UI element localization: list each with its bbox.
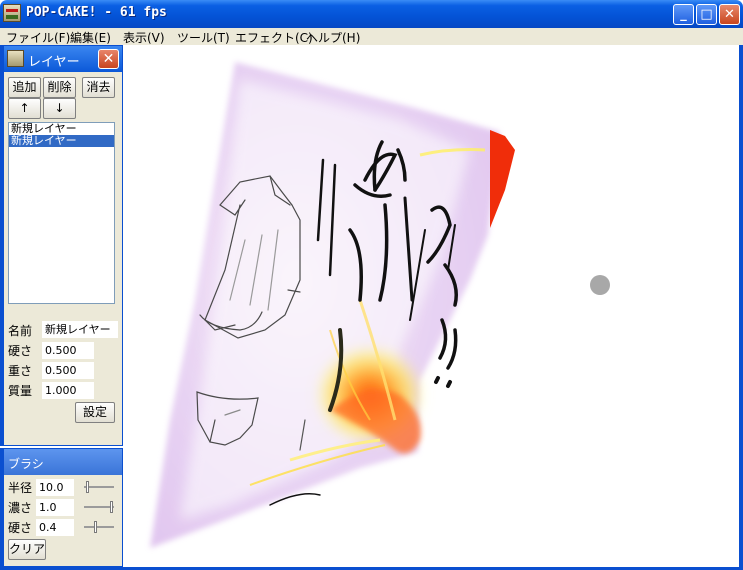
move-layer-down-button[interactable]: ↓ (43, 98, 76, 119)
menu-file[interactable]: ファイル(F) (6, 29, 70, 46)
layer-panel-title-bar[interactable]: レイヤー ✕ (4, 46, 122, 72)
move-layer-up-button[interactable]: ↑ (8, 98, 41, 119)
hardness-field[interactable]: 0.500 (42, 342, 94, 359)
brush-hardness-label: 硬さ (8, 521, 33, 535)
weight-label: 重さ (8, 364, 33, 378)
layer-list[interactable]: 新規レイヤー 新規レイヤー (8, 122, 115, 304)
brush-hardness-slider[interactable] (84, 520, 114, 534)
menu-view[interactable]: 表示(V) (123, 29, 165, 46)
mass-label: 質量 (8, 384, 33, 398)
minimize-button[interactable]: _ (673, 4, 694, 25)
brush-hardness-field[interactable]: 0.4 (36, 519, 74, 536)
apply-settings-button[interactable]: 設定 (75, 402, 115, 423)
panel-icon (7, 50, 24, 67)
close-button[interactable]: ✕ (719, 4, 740, 25)
title-bar: POP-CAKE! - 61 fps _ □ ✕ (0, 0, 743, 28)
canvas-artwork (150, 62, 610, 548)
window-frame-right (739, 45, 743, 570)
brush-panel-title: ブラシ (8, 457, 44, 471)
menu-effect[interactable]: エフェクト(C) (235, 29, 313, 46)
layer-name-label: 名前 (8, 324, 33, 338)
layer-panel: レイヤー ✕ 追加 削除 消去 ↑ ↓ 新規レイヤー 新規レイヤー 名前 新規レ… (0, 45, 123, 446)
maximize-button[interactable]: □ (696, 4, 717, 25)
brush-density-label: 濃さ (8, 501, 33, 515)
brush-radius-field[interactable]: 10.0 (36, 479, 74, 496)
drawing-canvas[interactable] (124, 45, 739, 567)
clear-brush-button[interactable]: クリア (8, 539, 46, 560)
menu-tools[interactable]: ツール(T) (177, 29, 230, 46)
menu-bar: ファイル(F) 編集(E) 表示(V) ツール(T) エフェクト(C) ヘルプ(… (0, 28, 743, 45)
hardness-label: 硬さ (8, 344, 33, 358)
layer-list-item-selected[interactable]: 新規レイヤー (9, 135, 114, 147)
menu-edit[interactable]: 編集(E) (70, 29, 111, 46)
brush-panel-title-bar[interactable]: ブラシ (4, 449, 122, 475)
window-title: POP-CAKE! - 61 fps (26, 5, 167, 20)
brush-radius-slider[interactable] (84, 480, 114, 494)
app-icon[interactable] (3, 4, 21, 22)
brush-panel: ブラシ 半径 10.0 濃さ 1.0 硬さ 0.4 クリア (0, 448, 123, 567)
brush-cursor (590, 275, 610, 295)
brush-density-slider[interactable] (84, 500, 114, 514)
erase-layer-button[interactable]: 消去 (82, 77, 115, 98)
menu-help[interactable]: ヘルプ(H) (306, 29, 360, 46)
brush-radius-label: 半径 (8, 481, 33, 495)
mass-field[interactable]: 1.000 (42, 382, 94, 399)
weight-field[interactable]: 0.500 (42, 362, 94, 379)
brush-density-field[interactable]: 1.0 (36, 499, 74, 516)
add-layer-button[interactable]: 追加 (8, 77, 41, 98)
layer-name-field[interactable]: 新規レイヤー (42, 321, 118, 338)
delete-layer-button[interactable]: 削除 (43, 77, 76, 98)
layer-panel-close-button[interactable]: ✕ (98, 49, 119, 69)
layer-panel-title: レイヤー (28, 55, 80, 70)
